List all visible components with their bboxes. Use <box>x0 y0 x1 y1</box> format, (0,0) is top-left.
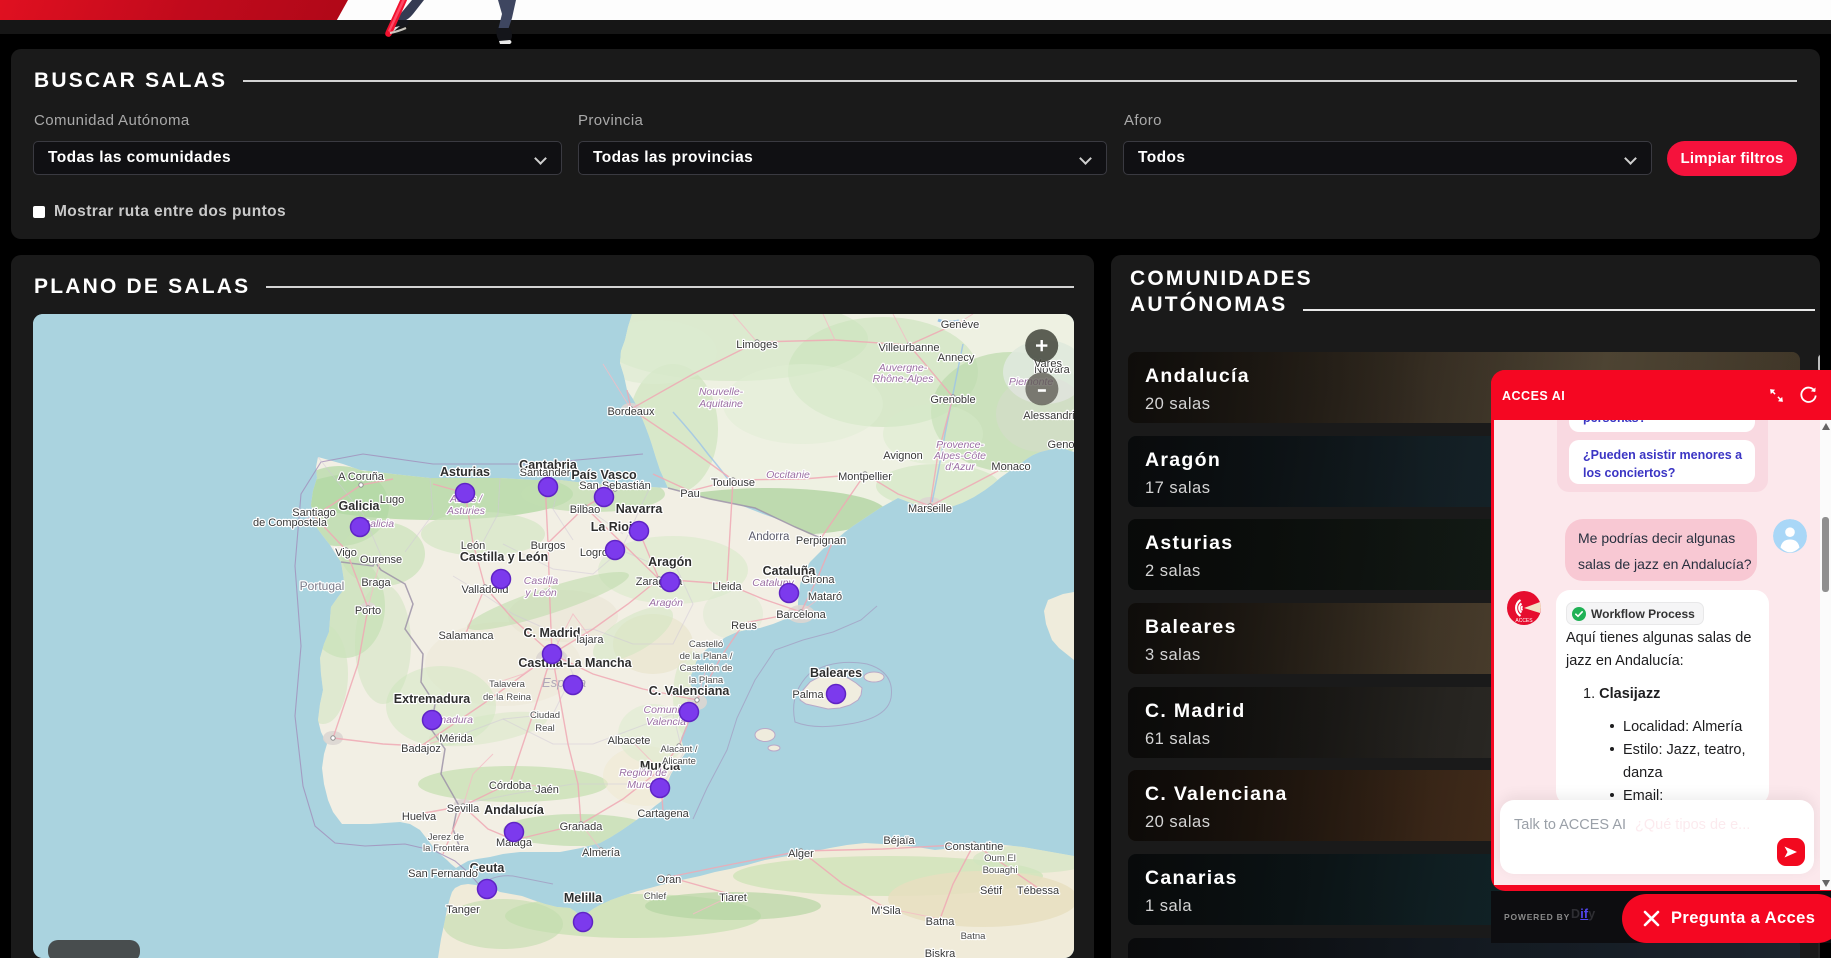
svg-text:Genève: Genève <box>941 319 980 331</box>
svg-text:Huelva: Huelva <box>402 811 437 823</box>
svg-text:Oran: Oran <box>657 874 681 886</box>
svg-text:Castellón de: Castellón de <box>680 663 733 674</box>
svg-text:Portugal: Portugal <box>300 579 345 593</box>
svg-text:Girona: Girona <box>801 574 835 586</box>
svg-text:Braga: Braga <box>361 577 391 589</box>
svg-text:Geno: Geno <box>1048 439 1074 451</box>
svg-text:Asturias: Asturias <box>440 465 490 479</box>
svg-text:Asturies: Asturies <box>446 505 486 517</box>
svg-text:Real: Real <box>535 723 555 734</box>
svg-text:Batna: Batna <box>926 916 956 928</box>
svg-text:Marseille: Marseille <box>908 503 952 515</box>
svg-text:Valencia: Valencia <box>646 716 686 728</box>
svg-text:Montpellier: Montpellier <box>838 471 892 483</box>
svg-text:Rhône-Alpes: Rhône-Alpes <box>873 373 934 385</box>
svg-text:Aragón: Aragón <box>648 597 683 609</box>
svg-text:Alacant /: Alacant / <box>661 744 698 755</box>
svg-text:Sevilla: Sevilla <box>447 803 480 815</box>
svg-text:Pau: Pau <box>680 488 700 500</box>
svg-text:Toulouse: Toulouse <box>711 477 755 489</box>
svg-text:Limoges: Limoges <box>736 339 778 351</box>
svg-text:Talavera: Talavera <box>489 679 526 690</box>
svg-text:Cartagena: Cartagena <box>637 808 689 820</box>
svg-text:Bordeaux: Bordeaux <box>607 406 655 418</box>
svg-text:Alessandria: Alessandria <box>1023 410 1074 422</box>
svg-text:Córdoba: Córdoba <box>489 780 532 792</box>
svg-text:ACCES: ACCES <box>1515 618 1533 624</box>
svg-text:Almería: Almería <box>582 847 621 859</box>
svg-text:Annecy: Annecy <box>938 352 975 364</box>
svg-text:y León: y León <box>524 587 557 599</box>
svg-text:Reus: Reus <box>731 620 757 632</box>
svg-text:Bilbao: Bilbao <box>570 504 601 516</box>
svg-text:lajara: lajara <box>577 634 605 646</box>
svg-text:Barcelona: Barcelona <box>776 609 826 621</box>
svg-text:Castilla y León: Castilla y León <box>460 550 548 564</box>
svg-text:Monaco: Monaco <box>991 461 1030 473</box>
svg-text:Bouaghi: Bouaghi <box>983 865 1018 876</box>
svg-text:Lleida: Lleida <box>712 581 742 593</box>
svg-text:Tiaret: Tiaret <box>719 892 747 904</box>
svg-text:Castilla: Castilla <box>524 575 559 587</box>
svg-text:A Coruña: A Coruña <box>338 471 385 483</box>
svg-text:Perpignan: Perpignan <box>796 535 846 547</box>
svg-text:Aragón: Aragón <box>648 555 692 569</box>
svg-text:la Plana: la Plana <box>689 675 724 686</box>
svg-text:Galicia: Galicia <box>339 499 381 513</box>
svg-text:de la Reina: de la Reina <box>483 692 532 703</box>
svg-text:Avignon: Avignon <box>883 450 923 462</box>
svg-text:San Sebastián: San Sebastián <box>579 480 651 492</box>
svg-text:Lugo: Lugo <box>380 494 404 506</box>
svg-text:Palma: Palma <box>792 689 824 701</box>
svg-text:Badajoz: Badajoz <box>401 743 441 755</box>
svg-text:Alicante: Alicante <box>662 756 696 767</box>
svg-text:de la Plana /: de la Plana / <box>680 651 733 662</box>
svg-text:Batna: Batna <box>961 931 987 942</box>
svg-text:Chlef: Chlef <box>644 891 667 902</box>
svg-text:Granada: Granada <box>560 821 604 833</box>
svg-text:Navarra: Navarra <box>616 502 664 516</box>
svg-text:Biskra: Biskra <box>925 948 956 958</box>
svg-text:Alger: Alger <box>788 848 814 860</box>
svg-text:Béjaïa: Béjaïa <box>883 835 915 847</box>
svg-text:Porto: Porto <box>355 605 381 617</box>
svg-text:Occitanie: Occitanie <box>766 469 810 481</box>
svg-text:Tébessa: Tébessa <box>1017 885 1060 897</box>
svg-text:Melilla: Melilla <box>564 891 603 905</box>
svg-text:Mataró: Mataró <box>808 591 842 603</box>
svg-text:Grenoble: Grenoble <box>930 394 975 406</box>
svg-text:Burgos: Burgos <box>531 540 566 552</box>
svg-text:Jaén: Jaén <box>535 784 559 796</box>
svg-text:C. Valenciana: C. Valenciana <box>649 684 731 698</box>
svg-text:C. Madrid: C. Madrid <box>524 626 581 640</box>
svg-text:Tanger: Tanger <box>446 904 480 916</box>
svg-text:Jerez de: Jerez de <box>428 832 464 843</box>
svg-text:Ourense: Ourense <box>360 554 402 566</box>
svg-text:de Compostela: de Compostela <box>253 517 328 529</box>
svg-text:San Fernando: San Fernando <box>408 868 478 880</box>
svg-text:Castilla-La Mancha: Castilla-La Mancha <box>518 656 632 670</box>
svg-text:Baleares: Baleares <box>810 666 862 680</box>
svg-text:León: León <box>461 540 485 552</box>
svg-text:Región de: Región de <box>619 767 667 779</box>
svg-text:Extremadura: Extremadura <box>394 692 471 706</box>
svg-text:Salamanca: Salamanca <box>438 630 494 642</box>
svg-text:Andalucía: Andalucía <box>484 803 545 817</box>
svg-text:d'Azur: d'Azur <box>945 461 975 473</box>
svg-text:Castelló: Castelló <box>689 639 723 650</box>
svg-text:Oum El: Oum El <box>984 853 1016 864</box>
svg-text:Nouvelle-: Nouvelle- <box>699 386 744 398</box>
svg-text:Constantine: Constantine <box>945 841 1004 853</box>
svg-text:Ciudad: Ciudad <box>530 710 560 721</box>
svg-text:Mérida: Mérida <box>439 733 474 745</box>
svg-text:la Frontera: la Frontera <box>423 843 470 854</box>
svg-text:Andorra: Andorra <box>749 531 791 543</box>
svg-text:Villeurbanne: Villeurbanne <box>879 342 940 354</box>
svg-text:Albacete: Albacete <box>608 735 651 747</box>
svg-text:Aquitaine: Aquitaine <box>698 398 743 410</box>
svg-text:M'Sila: M'Sila <box>871 905 901 917</box>
svg-text:Vigo: Vigo <box>335 547 357 559</box>
svg-text:Sétif: Sétif <box>980 885 1003 897</box>
